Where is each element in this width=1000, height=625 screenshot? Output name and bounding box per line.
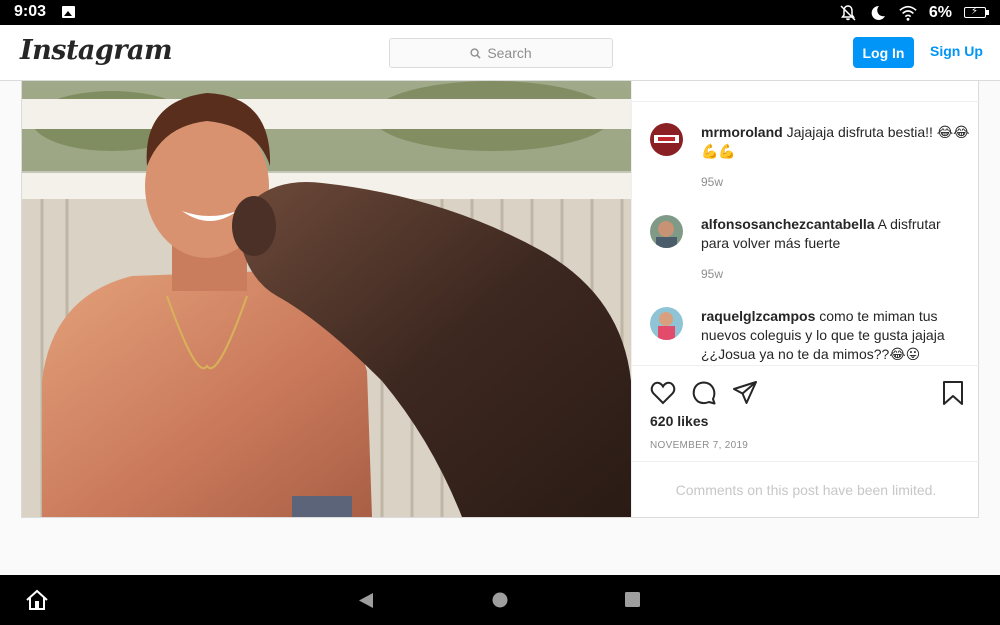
status-bar: 9:03 6% ⚡ (0, 0, 1000, 25)
system-navigation-bar (0, 575, 1000, 625)
login-button[interactable]: Log In (853, 37, 914, 68)
avatar[interactable] (650, 307, 683, 340)
like-heart-icon[interactable] (650, 380, 676, 406)
battery-percent: 6% (928, 3, 952, 21)
post-photo[interactable] (22, 81, 631, 517)
post-actions (632, 365, 980, 415)
comment-timestamp[interactable]: 95w (701, 175, 723, 189)
wifi-icon (899, 5, 917, 21)
divider (632, 101, 980, 102)
comment-username[interactable]: mrmoroland (701, 124, 783, 140)
status-icons: 6% ⚡ (839, 2, 989, 23)
likes-count[interactable]: 620 likes (650, 413, 708, 429)
post-image (22, 81, 631, 517)
avatar-image (650, 123, 683, 156)
home-launcher-icon[interactable] (25, 589, 49, 611)
gallery-icon (62, 6, 75, 18)
search-icon (470, 47, 481, 59)
signup-link[interactable]: Sign Up (930, 43, 983, 59)
status-time: 9:03 (14, 3, 47, 20)
avatar-image (650, 215, 683, 248)
battery-charging-icon: ⚡ (964, 6, 989, 18)
comment-bubble-icon[interactable] (691, 380, 717, 406)
comment-text: alfonsosanchezcantabella A disfrutar par… (701, 215, 971, 253)
post-card: mrmoroland Jajajaja disfruta bestia!! 😂😂… (21, 81, 980, 518)
post-date[interactable]: NOVEMBER 7, 2019 (650, 440, 748, 451)
notifications-off-icon (840, 4, 856, 21)
comment-text: mrmoroland Jajajaja disfruta bestia!! 😂😂… (701, 123, 971, 161)
comment-text: raquelglzcampos como te miman tus nuevos… (701, 307, 971, 364)
comment-username[interactable]: alfonsosanchezcantabella (701, 216, 875, 232)
avatar[interactable] (650, 215, 683, 248)
top-navigation-bar: Instagram Search Log In Sign Up (0, 25, 1000, 81)
back-icon[interactable] (358, 592, 374, 609)
search-input[interactable]: Search (389, 38, 613, 68)
instagram-logo[interactable]: Instagram (20, 35, 173, 66)
search-placeholder: Search (487, 45, 532, 61)
share-send-icon[interactable] (732, 380, 758, 406)
avatar-image (650, 307, 683, 340)
recent-apps-icon[interactable] (625, 592, 640, 607)
do-not-disturb-icon (871, 5, 885, 20)
post-sidebar: mrmoroland Jajajaja disfruta bestia!! 😂😂… (631, 81, 980, 517)
comment-username[interactable]: raquelglzcampos (701, 308, 815, 324)
comment-timestamp[interactable]: 95w (701, 267, 723, 281)
save-bookmark-icon[interactable] (940, 380, 966, 406)
comments-limited-notice: Comments on this post have been limited. (632, 461, 980, 517)
avatar[interactable] (650, 123, 683, 156)
home-button-icon[interactable] (492, 592, 508, 608)
